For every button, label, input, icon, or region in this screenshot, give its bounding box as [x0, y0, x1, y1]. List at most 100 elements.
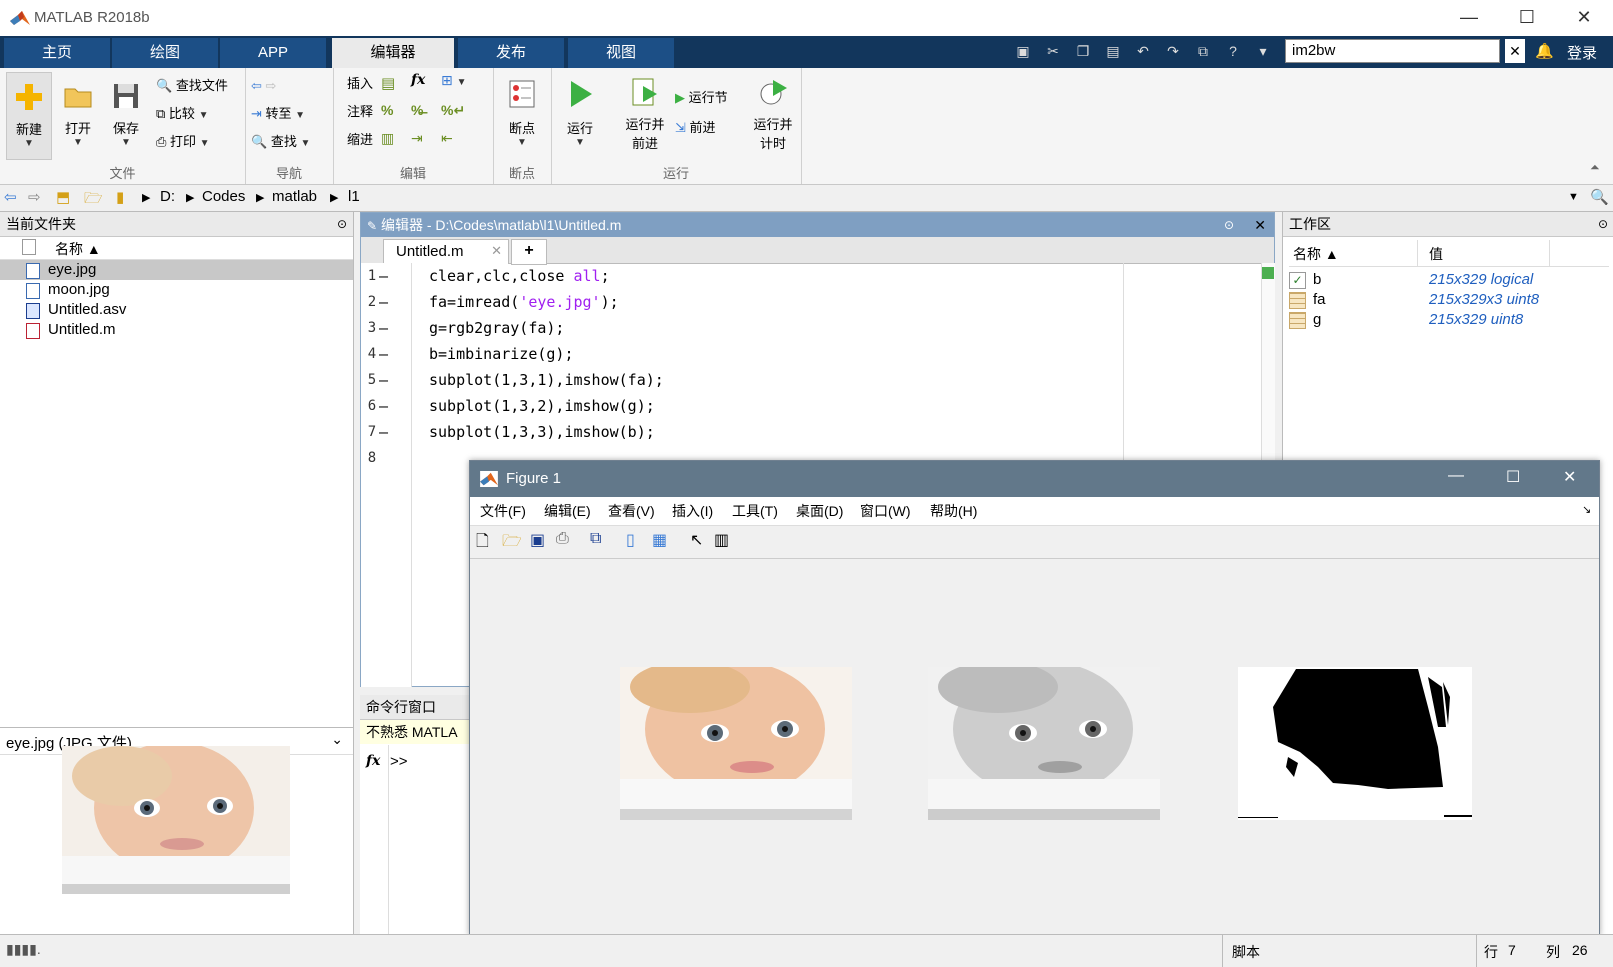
- figure-canvas[interactable]: [470, 559, 1599, 935]
- run-section-button[interactable]: ▶ 运行节: [675, 86, 728, 110]
- column-name-header[interactable]: 名称 ▲: [1293, 244, 1339, 264]
- breadcrumb-l1[interactable]: l1: [348, 188, 360, 205]
- chevron-down-icon[interactable]: ⌄: [331, 731, 343, 748]
- menu-view[interactable]: 查看(V): [608, 497, 655, 525]
- undo-icon[interactable]: ↶: [1132, 40, 1154, 62]
- tab-editor[interactable]: 编辑器: [332, 38, 456, 68]
- save-figure-icon[interactable]: ▣: [530, 530, 552, 552]
- executable-line-marker[interactable]: —: [379, 289, 388, 315]
- code-line[interactable]: 1— clear,clc,close all;: [361, 263, 1241, 289]
- clear-search-button[interactable]: ✕: [1505, 39, 1525, 63]
- insert-button[interactable]: 插入: [347, 72, 373, 96]
- subplot-color-image[interactable]: [620, 667, 852, 820]
- command-prompt[interactable]: >>: [390, 753, 408, 770]
- menu-tools[interactable]: 工具(T): [732, 497, 778, 525]
- close-editor-icon[interactable]: ✕: [1254, 213, 1266, 237]
- open-button[interactable]: 打开 ▼: [56, 72, 100, 148]
- redo-icon[interactable]: ↷: [1162, 40, 1184, 62]
- indent-decrease-icon[interactable]: ⇤: [441, 130, 453, 147]
- goto-button[interactable]: ⇥ 转至 ▼: [251, 102, 305, 126]
- subplot-gray-image[interactable]: [928, 667, 1160, 820]
- column-name-header[interactable]: 名称 ▲: [55, 239, 101, 259]
- file-row-eye-jpg[interactable]: eye.jpg: [0, 260, 353, 280]
- breakpoints-button[interactable]: 断点 ▼: [499, 72, 545, 148]
- new-figure-icon[interactable]: 🗋: [476, 530, 498, 552]
- legend-icon[interactable]: ▦: [652, 530, 674, 552]
- insert-section-icon[interactable]: ▤: [381, 74, 395, 92]
- file-row-untitled-asv[interactable]: Untitled.asv: [0, 300, 353, 320]
- code-line[interactable]: 3— g=rgb2gray(fa);: [361, 315, 1241, 341]
- minimize-button[interactable]: —: [1440, 0, 1498, 36]
- subplot-binary-image[interactable]: [1238, 667, 1472, 820]
- menu-edit[interactable]: 编辑(E): [544, 497, 591, 525]
- run-button[interactable]: 运行 ▼: [557, 72, 603, 148]
- new-button[interactable]: 新建 ▼: [6, 72, 52, 160]
- search-folder-icon[interactable]: 🔍: [1590, 188, 1609, 206]
- insert-function-icon[interactable]: ⊞ ▼: [441, 72, 467, 89]
- find-button[interactable]: 🔍 查找 ▼: [251, 130, 310, 154]
- file-row-untitled-m[interactable]: Untitled.m: [0, 320, 353, 340]
- figure-close-button[interactable]: ✕: [1563, 467, 1576, 487]
- breadcrumb-drive[interactable]: D:: [160, 188, 175, 205]
- save-icon[interactable]: ▣: [1012, 40, 1034, 62]
- print-figure-icon[interactable]: ⎙: [556, 530, 578, 552]
- menu-desktop[interactable]: 桌面(D): [796, 497, 843, 525]
- close-button[interactable]: ✕: [1555, 0, 1613, 36]
- indent-increase-icon[interactable]: ⇥: [411, 130, 423, 147]
- menu-help[interactable]: 帮助(H): [930, 497, 977, 525]
- forward-icon[interactable]: ⇨: [28, 188, 41, 206]
- variable-row-g[interactable]: g 215x329 uint8: [1289, 310, 1609, 330]
- copy-icon[interactable]: ❐: [1072, 40, 1094, 62]
- code-analyzer-status-icon[interactable]: [1262, 267, 1274, 279]
- executable-line-marker[interactable]: —: [379, 315, 388, 341]
- menu-insert[interactable]: 插入(I): [672, 497, 713, 525]
- file-row-moon-jpg[interactable]: moon.jpg: [0, 280, 353, 300]
- colorbar-icon[interactable]: ▯: [626, 530, 648, 552]
- chevron-down-icon[interactable]: ▾: [1252, 40, 1274, 62]
- variable-row-fa[interactable]: fa 215x329x3 uint8: [1289, 290, 1609, 310]
- comment-percent-icon[interactable]: %: [381, 102, 393, 118]
- tab-home[interactable]: 主页: [4, 38, 112, 68]
- property-inspector-icon[interactable]: ▥: [714, 530, 736, 552]
- menu-window[interactable]: 窗口(W): [860, 497, 911, 525]
- panel-menu-icon[interactable]: ⊙: [1598, 212, 1608, 236]
- up-folder-icon[interactable]: ⬒: [56, 188, 70, 206]
- tab-publish[interactable]: 发布: [458, 38, 566, 68]
- fx-icon[interactable]: fx: [366, 753, 380, 769]
- column-value-header[interactable]: 值: [1429, 244, 1443, 264]
- smart-indent-icon[interactable]: ▥: [381, 130, 394, 147]
- uncomment-icon[interactable]: %̶: [411, 102, 423, 118]
- compare-button[interactable]: ⧉ 比较 ▼: [156, 102, 208, 126]
- back-icon[interactable]: ⇦: [4, 188, 17, 206]
- executable-line-marker[interactable]: —: [379, 393, 388, 419]
- login-link[interactable]: 登录: [1567, 42, 1597, 63]
- search-input[interactable]: im2bw: [1285, 39, 1500, 63]
- executable-line-marker[interactable]: —: [379, 341, 388, 367]
- address-dropdown-icon[interactable]: ▼: [1568, 191, 1579, 203]
- wrap-comment-icon[interactable]: %↵: [441, 102, 465, 119]
- back-forward-buttons[interactable]: ⇦ ⇨: [251, 74, 276, 98]
- save-button[interactable]: 保存 ▼: [104, 72, 148, 148]
- tab-view[interactable]: 视图: [568, 38, 676, 68]
- run-and-advance-button[interactable]: 运行并 前进: [617, 72, 673, 152]
- figure-minimize-button[interactable]: —: [1448, 467, 1464, 485]
- breadcrumb-codes[interactable]: Codes: [202, 188, 245, 205]
- switch-windows-icon[interactable]: ⧉: [1192, 40, 1214, 62]
- breadcrumb-matlab[interactable]: matlab: [272, 188, 317, 205]
- collapse-ribbon-icon[interactable]: ⏶: [1590, 160, 1600, 175]
- code-line[interactable]: 2— fa=imread('eye.jpg');: [361, 289, 1241, 315]
- help-icon[interactable]: ?: [1222, 40, 1244, 62]
- tab-plots[interactable]: 绘图: [112, 38, 220, 68]
- indent-button[interactable]: 缩进: [347, 128, 373, 152]
- menu-file[interactable]: 文件(F): [480, 497, 526, 525]
- code-line[interactable]: 4— b=imbinarize(g);: [361, 341, 1241, 367]
- code-line[interactable]: 7— subplot(1,3,3),imshow(b);: [361, 419, 1241, 445]
- code-line[interactable]: 6— subplot(1,3,2),imshow(g);: [361, 393, 1241, 419]
- print-button[interactable]: ⎙ 打印 ▼: [156, 130, 210, 154]
- panel-menu-icon[interactable]: ⊙: [337, 212, 347, 236]
- cut-icon[interactable]: ✂: [1042, 40, 1064, 62]
- run-and-time-button[interactable]: 运行并 计时: [747, 72, 799, 152]
- code-line[interactable]: 5— subplot(1,3,1),imshow(fa);: [361, 367, 1241, 393]
- open-file-icon[interactable]: 🗁: [502, 530, 524, 552]
- executable-line-marker[interactable]: —: [379, 367, 388, 393]
